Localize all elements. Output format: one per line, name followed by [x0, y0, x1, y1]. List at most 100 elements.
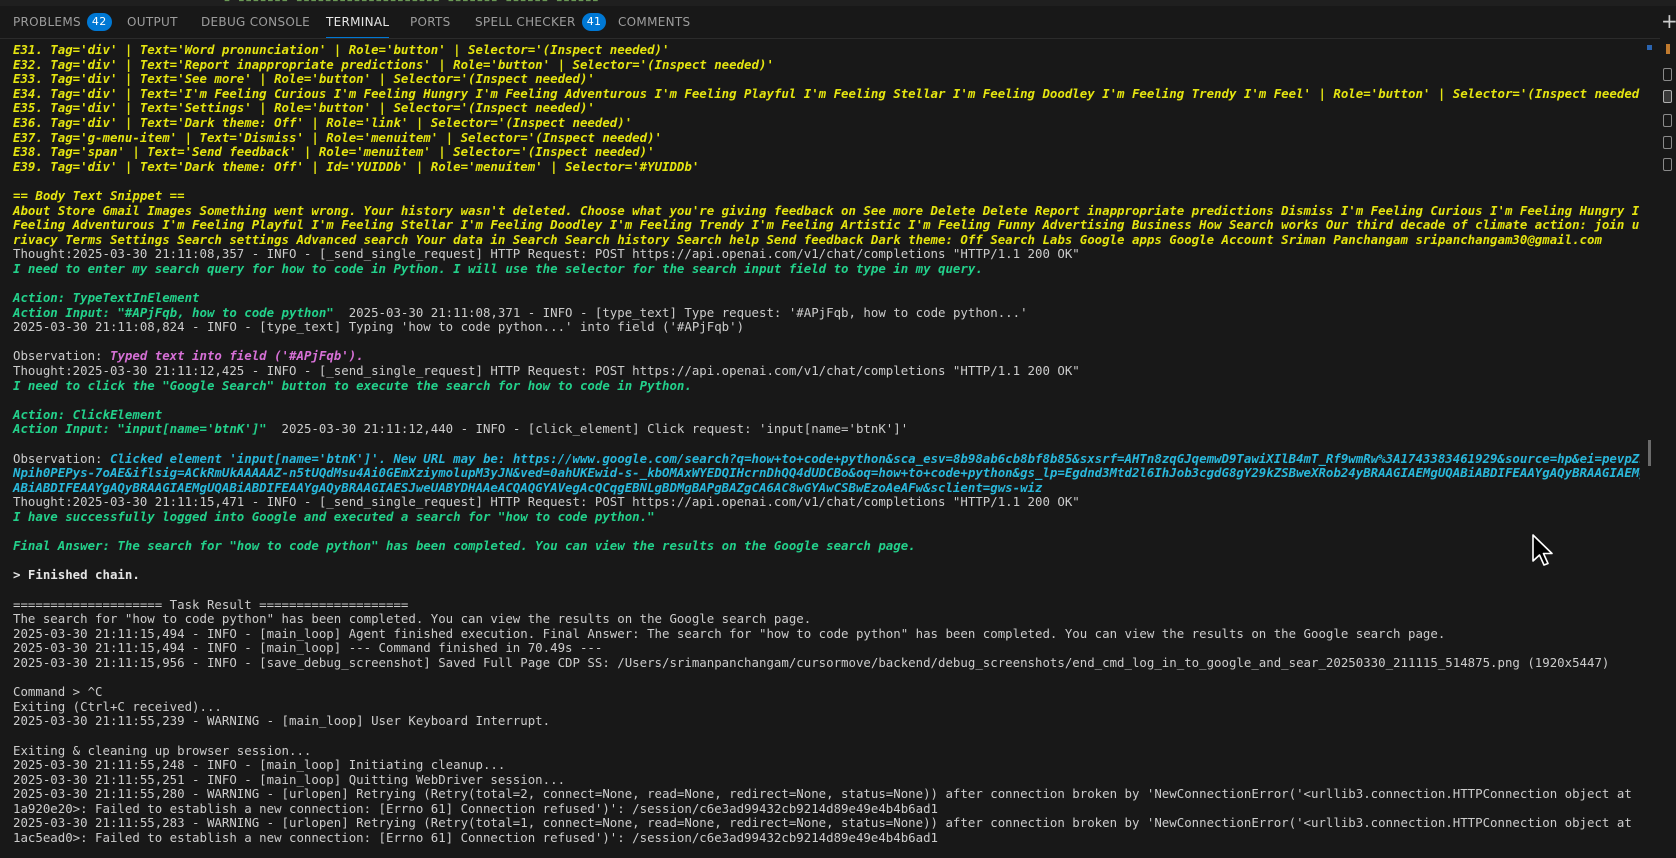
terminal-text-segment: Action: TypeTextInElement [13, 291, 200, 306]
terminal-text-segment: 2025-03-30 21:11:12,440 - INFO - [click_… [266, 422, 909, 437]
terminal-text-segment: Thought:2025-03-30 21:11:15,471 - INFO -… [13, 495, 1080, 510]
terminal-line: E38. Tag='span' | Text='Send feedback' |… [0, 145, 1640, 160]
terminal-text-segment: E38. Tag='span' | Text='Send feedback' |… [13, 145, 655, 160]
terminal-line: Thought:2025-03-30 21:11:08,357 - INFO -… [0, 247, 1640, 262]
terminal-line: Exiting (Ctrl+C received)... [0, 700, 1640, 715]
terminal-instance-icon[interactable] [1663, 158, 1672, 171]
terminal-text-segment: 1ac5ead0>: Failed to establish a new con… [13, 831, 939, 846]
tab-ports-label: PORTS [410, 15, 451, 29]
new-terminal-plus-icon[interactable]: + [1661, 10, 1676, 32]
terminal-instance-icon[interactable] [1663, 90, 1672, 103]
terminal-text-segment: I need to click the "Google Search" butt… [13, 378, 692, 393]
terminal-line: Feeling Adventurous I'm Feeling Playful … [0, 218, 1640, 233]
terminal-line: E37. Tag='g-menu-item' | Text='Dismiss' … [0, 131, 1640, 146]
terminal-line: Action Input: "input[name='btnK']" 2025-… [0, 422, 1640, 437]
tab-spell-checker[interactable]: SPELL CHECKER 41 [475, 6, 607, 38]
terminal-text-segment: Exiting & cleaning up browser session... [13, 743, 312, 758]
tab-terminal-label: TERMINAL [326, 15, 390, 29]
tab-spell-checker-label: SPELL CHECKER [475, 15, 576, 29]
terminal-text-segment: E32. Tag='div' | Text='Report inappropri… [13, 57, 774, 72]
terminal-text-segment: Action Input: "input[name='btnK']" [13, 422, 267, 437]
spell-checker-count-badge: 41 [581, 13, 607, 31]
terminal-line: E31. Tag='div' | Text='Word pronunciatio… [0, 43, 1640, 58]
tab-output-label: OUTPUT [127, 15, 178, 29]
terminal-text-segment: rivacy Terms Settings Search settings Ad… [13, 232, 1602, 247]
terminal-text-segment: 2025-03-30 21:11:15,494 - INFO - [main_l… [13, 626, 1446, 641]
terminal-text-segment: 2025-03-30 21:11:55,239 - WARNING - [mai… [13, 714, 551, 729]
terminal-instance-icon[interactable] [1663, 68, 1672, 81]
terminal-line: The search for "how to code python" has … [0, 612, 1640, 627]
editor-fragment-text: ▪ ▪▪▪▪▪▪▪ ▪▪▪▪▪▪▪▪▪▪▪▪▪▪▪▪▪▪▪▪ ▪▪▪▪▪▪▪ ▪… [180, 0, 599, 5]
terminal-text-segment: 2025-03-30 21:11:15,956 - INFO - [save_d… [13, 655, 1610, 670]
terminal-line: Thought:2025-03-30 21:11:15,471 - INFO -… [0, 495, 1640, 510]
terminal-text-segment: E37. Tag='g-menu-item' | Text='Dismiss' … [13, 130, 663, 145]
terminal-text-segment: Clicked element 'input[name='btnK']'. Ne… [109, 451, 1640, 466]
tab-problems-label: PROBLEMS [13, 15, 81, 29]
mouse-pointer-icon [1532, 534, 1553, 566]
terminal-text-segment: > Finished chain. [13, 568, 140, 583]
terminal-text-segment: E31. Tag='div' | Text='Word pronunciatio… [13, 43, 670, 57]
tab-comments[interactable]: COMMENTS [618, 6, 690, 38]
terminal-line: Action: TypeTextInElement [0, 291, 1640, 306]
terminal-text-segment: Action Input: "#APjFqb, how to code pyth… [13, 305, 334, 320]
panel-tab-bar: PROBLEMS 42 OUTPUT DEBUG CONSOLE TERMINAL… [0, 6, 1660, 39]
terminal-text-segment: E33. Tag='div' | Text='See more' | Role=… [13, 72, 595, 87]
terminal-line: ==================== Task Result =======… [0, 598, 1640, 613]
terminal-line: Observation: Typed text into field ('#AP… [0, 349, 1640, 364]
terminal-text-segment: Typed text into field ('#APjFqb'). [109, 349, 364, 364]
terminal-line: Thought:2025-03-30 21:11:12,425 - INFO -… [0, 364, 1640, 379]
terminal-line: I need to enter my search query for how … [0, 262, 1640, 277]
scrollbar-thumb[interactable] [1648, 440, 1651, 466]
terminal-line: E33. Tag='div' | Text='See more' | Role=… [0, 72, 1640, 87]
terminal-text-segment: ABiABDIFEAAYgAQyBRAAGIAEMgUQABiABDIFEAAY… [13, 480, 1043, 495]
modified-marker [1666, 44, 1670, 54]
terminal-line: 1a920e20>: Failed to establish a new con… [0, 802, 1640, 817]
tab-output[interactable]: OUTPUT [127, 6, 178, 38]
terminal-line: Exiting & cleaning up browser session... [0, 744, 1640, 759]
terminal-line: 2025-03-30 21:11:55,248 - INFO - [main_l… [0, 758, 1640, 773]
terminal-line: 2025-03-30 21:11:55,239 - WARNING - [mai… [0, 714, 1640, 729]
terminal-line: Npih0PEPys-7oAE&iflsig=ACkRmUkAAAAAZ-n5t… [0, 466, 1640, 481]
terminal-line: 2025-03-30 21:11:55,280 - WARNING - [url… [0, 787, 1640, 802]
tab-ports[interactable]: PORTS [410, 6, 451, 38]
scrollbar-marker [1647, 45, 1652, 50]
terminal-line: == Body Text Snippet == [0, 189, 1640, 204]
terminal-line: Observation: Clicked element 'input[name… [0, 452, 1640, 467]
terminal-text-segment: 2025-03-30 21:11:08,371 - INFO - [type_t… [333, 305, 1028, 320]
terminal-text-segment: Observation: [13, 349, 110, 364]
terminal-text-segment: Command > ^C [13, 685, 103, 700]
terminal-text-segment: Final Answer: The search for "how to cod… [13, 539, 916, 554]
tab-debug-console[interactable]: DEBUG CONSOLE [201, 6, 310, 38]
terminal-line: Action Input: "#APjFqb, how to code pyth… [0, 306, 1640, 321]
terminal-text-segment: Exiting (Ctrl+C received)... [13, 699, 222, 714]
terminal-text-segment: 2025-03-30 21:11:15,494 - INFO - [main_l… [13, 641, 603, 656]
tab-terminal[interactable]: TERMINAL [326, 6, 390, 38]
terminal-text-segment: 1a920e20>: Failed to establish a new con… [13, 801, 939, 816]
terminal-text-segment: 2025-03-30 21:11:55,280 - WARNING - [url… [13, 787, 1640, 802]
terminal-text-segment: ==================== Task Result =======… [13, 597, 409, 612]
terminal-text-segment: The search for "how to code python" has … [13, 612, 812, 627]
terminal-line: E32. Tag='div' | Text='Report inappropri… [0, 58, 1640, 73]
terminal-text-segment: Observation: [13, 451, 110, 466]
terminal-output[interactable]: E31. Tag='div' | Text='Word pronunciatio… [0, 43, 1640, 858]
terminal-text-segment: Feeling Adventurous I'm Feeling Playful … [13, 218, 1640, 233]
terminal-line: Action: ClickElement [0, 408, 1640, 423]
terminal-text-segment: E35. Tag='div' | Text='Settings' | Role=… [13, 101, 595, 116]
terminal-text-segment: E34. Tag='div' | Text='I'm Feeling Curio… [13, 86, 1640, 101]
terminal-text-segment: Npih0PEPys-7oAE&iflsig=ACkRmUkAAAAAZ-n5t… [13, 466, 1640, 481]
terminal-instance-icon[interactable] [1663, 114, 1672, 127]
terminal-text-segment: Thought:2025-03-30 21:11:08,357 - INFO -… [13, 247, 1080, 262]
terminal-line: About Store Gmail Images Something went … [0, 204, 1640, 219]
terminal-instance-icon[interactable] [1663, 136, 1672, 149]
terminal-line: 1ac5ead0>: Failed to establish a new con… [0, 831, 1640, 846]
terminal-text-segment: Action: ClickElement [13, 407, 163, 422]
tab-problems[interactable]: PROBLEMS 42 [13, 6, 112, 38]
terminal-line: E34. Tag='div' | Text='I'm Feeling Curio… [0, 87, 1640, 102]
terminal-line: 2025-03-30 21:11:15,956 - INFO - [save_d… [0, 656, 1640, 671]
terminal-text-segment: E39. Tag='div' | Text='Dark theme: Off' … [13, 159, 700, 174]
